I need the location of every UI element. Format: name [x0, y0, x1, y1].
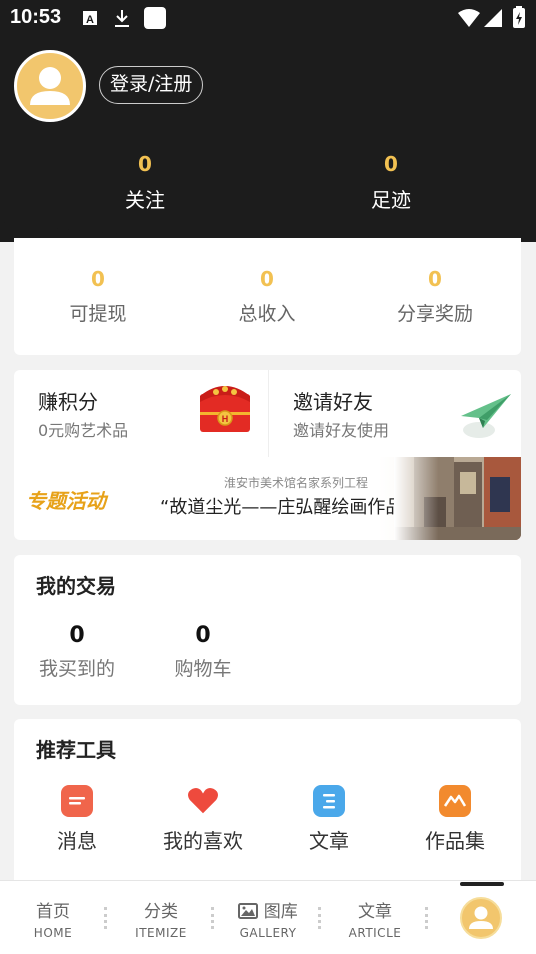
tool-messages[interactable]: 消息	[17, 785, 137, 854]
footprint-stat[interactable]: 0 足迹	[321, 152, 461, 213]
svg-text:H: H	[222, 414, 229, 424]
nav-article[interactable]: 文章 ARTICLE	[325, 897, 425, 940]
user-avatar[interactable]	[14, 50, 86, 122]
battery-icon	[513, 6, 525, 28]
paper-plane-icon	[461, 394, 511, 438]
invite-friends-promo[interactable]: 邀请好友 邀请好友使用	[269, 370, 521, 457]
withdrawable-stat[interactable]: 0 可提现	[23, 267, 173, 326]
signal-icon	[484, 9, 502, 27]
purchased-count: 0	[69, 623, 85, 648]
nav-home[interactable]: 首页 HOME	[3, 897, 103, 940]
featured-exhibition-banner[interactable]: 专题活动 淮安市美术馆名家系列工程 “故道尘光——庄弘醒绘画作品展”	[14, 457, 521, 540]
profile-icon	[469, 906, 493, 929]
earn-points-promo[interactable]: 赚积分 0元购艺术品 H	[14, 370, 268, 457]
earn-points-subtitle: 0元购艺术品	[38, 421, 129, 440]
footprint-label: 足迹	[371, 188, 411, 212]
image-icon	[238, 903, 259, 919]
my-trades-title: 我的交易	[36, 574, 116, 598]
banner-painting-image	[394, 457, 521, 540]
recommended-tools-title: 推荐工具	[36, 738, 116, 762]
status-time: 10:53	[10, 6, 62, 28]
share-reward-value: 0	[428, 267, 442, 291]
earn-points-title: 赚积分	[38, 390, 98, 414]
follow-count: 0	[138, 152, 152, 176]
banner-subtitle: 淮安市美术馆名家系列工程	[224, 476, 369, 490]
tool-portfolio-label: 作品集	[425, 829, 485, 853]
withdrawable-value: 0	[91, 267, 105, 291]
download-icon	[115, 10, 129, 27]
svg-text:A: A	[86, 14, 94, 26]
nav-active-indicator	[460, 882, 504, 886]
tool-messages-label: 消息	[57, 829, 97, 853]
nav-profile[interactable]	[460, 897, 502, 939]
follow-stat[interactable]: 0 关注	[75, 152, 215, 213]
nav-gallery-label-wrap: 图库	[218, 897, 318, 922]
nav-gallery[interactable]: 图库 GALLERY	[218, 897, 318, 940]
nav-gallery-label: 图库	[263, 902, 298, 922]
share-reward-label: 分享奖励	[396, 303, 473, 325]
purchased-label: 我买到的	[38, 658, 115, 680]
withdrawable-label: 可提现	[69, 303, 127, 325]
tool-articles[interactable]: 文章	[269, 785, 389, 854]
user-avatar-icon	[30, 67, 70, 105]
total-income-value: 0	[260, 267, 274, 291]
heart-icon	[187, 785, 219, 817]
tool-articles-label: 文章	[309, 829, 349, 853]
cart-stat[interactable]: 0 购物车	[166, 623, 240, 681]
nav-itemize[interactable]: 分类 ITEMIZE	[111, 897, 211, 940]
share-reward-stat[interactable]: 0 分享奖励	[360, 267, 510, 326]
cart-count: 0	[195, 623, 211, 648]
nav-separator	[104, 907, 107, 929]
bottom-navigation: 首页 HOME 分类 ITEMIZE 图库 GALLERY 文章 ARTICLE	[0, 880, 536, 954]
cart-label: 购物车	[174, 658, 232, 680]
purchased-stat[interactable]: 0 我买到的	[30, 623, 124, 681]
nav-separator	[425, 907, 428, 929]
footprint-count: 0	[384, 152, 398, 176]
nav-article-label: 文章	[358, 902, 392, 922]
status-bar: 10:53 A	[0, 0, 536, 38]
nav-separator	[318, 907, 321, 929]
banner-tag: 专题活动	[26, 489, 106, 513]
red-envelope-icon: H	[200, 386, 250, 432]
tool-portfolio[interactable]: 作品集	[395, 785, 515, 854]
login-register-button[interactable]: 登录/注册	[99, 66, 204, 104]
portfolio-icon	[439, 785, 471, 817]
nav-itemize-en: ITEMIZE	[135, 926, 187, 940]
total-income-stat[interactable]: 0 总收入	[192, 267, 342, 326]
notification-a-icon: A	[83, 11, 97, 26]
nav-itemize-label: 分类	[144, 902, 178, 922]
tool-my-likes[interactable]: 我的喜欢	[143, 785, 263, 854]
nav-gallery-en: GALLERY	[239, 926, 297, 940]
tool-my-likes-label: 我的喜欢	[163, 829, 243, 853]
article-icon	[313, 785, 345, 817]
invite-friends-subtitle: 邀请好友使用	[293, 421, 390, 440]
invite-friends-title: 邀请好友	[293, 390, 373, 414]
nav-article-en: ARTICLE	[348, 926, 402, 940]
nav-separator	[211, 907, 214, 929]
app-notification-icon	[144, 7, 166, 29]
message-icon	[61, 785, 93, 817]
nav-home-en: HOME	[33, 926, 73, 940]
wifi-icon	[458, 9, 480, 27]
banner-title: “故道尘光——庄弘醒绘画作品展”	[160, 497, 431, 518]
nav-home-label: 首页	[36, 902, 70, 922]
total-income-label: 总收入	[238, 303, 296, 325]
follow-label: 关注	[125, 188, 165, 212]
